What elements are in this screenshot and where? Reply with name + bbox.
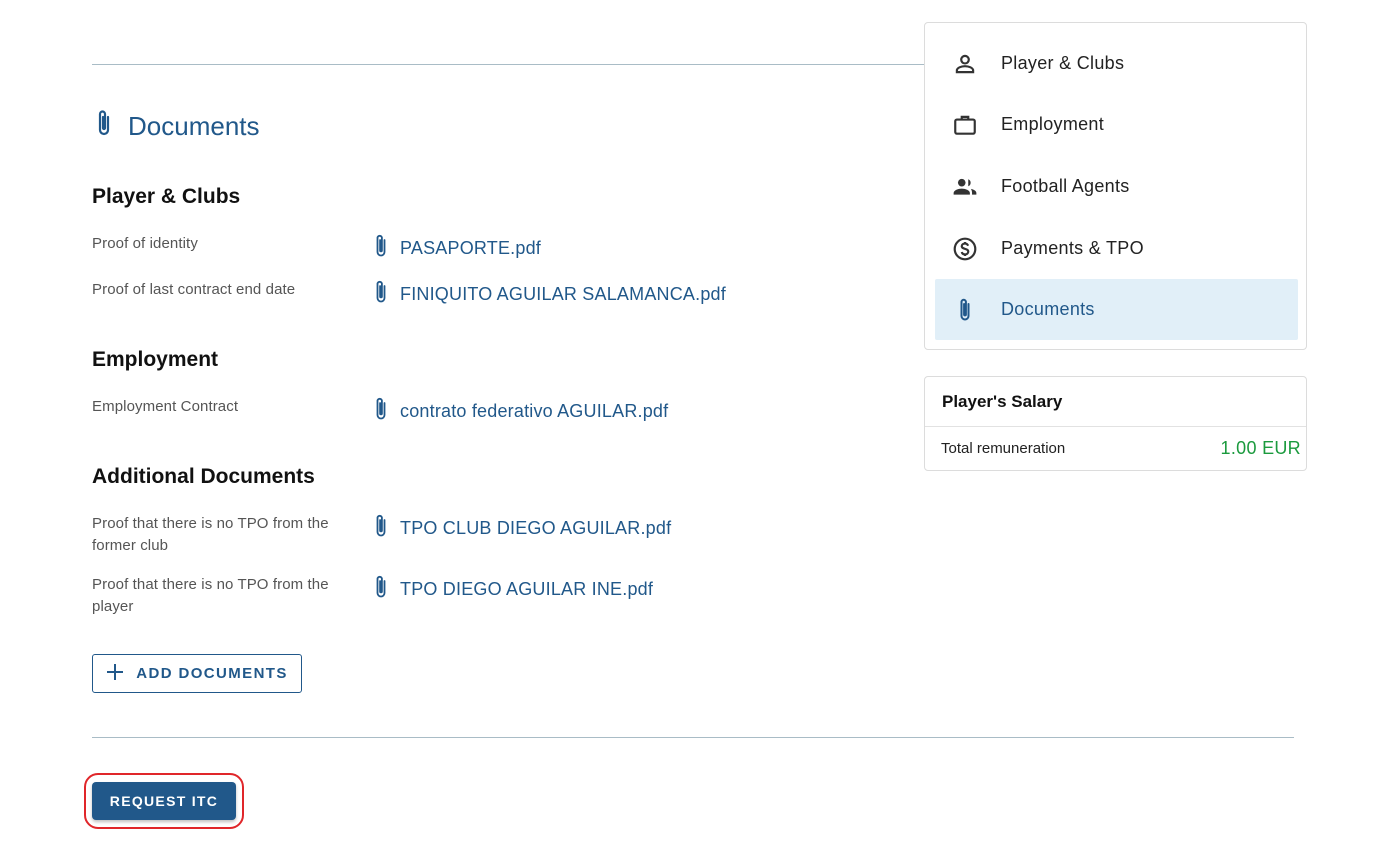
document-filename: PASAPORTE.pdf [400,238,541,258]
nav-label: Employment [1001,114,1105,134]
bottom-divider [92,737,1294,738]
nav-item-employment[interactable]: Employment [935,94,1298,155]
total-remuneration-value: 1.00 EUR [1220,438,1301,458]
player-salary-card: Player's Salary Total remuneration 1.00 … [924,376,1307,471]
document-label: Proof that there is no TPO from the form… [92,515,329,554]
document-filename: TPO CLUB DIEGO AGUILAR.pdf [400,518,672,538]
dollar-circle-icon [935,236,995,262]
document-label: Proof that there is no TPO from the play… [92,576,329,615]
document-filename: FINIQUITO AGUILAR SALAMANCA.pdf [400,284,726,304]
people-icon [935,174,995,200]
briefcase-icon [935,112,995,138]
nav-item-football-agents[interactable]: Football Agents [935,156,1298,217]
document-filename: TPO DIEGO AGUILAR INE.pdf [400,579,654,599]
document-link[interactable]: TPO DIEGO AGUILAR INE.pdf [372,574,653,605]
paperclip-icon [372,279,390,310]
section-title: Documents [128,111,260,141]
top-divider [92,64,924,65]
paperclip-icon [372,233,390,264]
total-remuneration-label: Total remuneration [941,440,1066,457]
salary-title: Player's Salary [942,392,1063,411]
document-filename: contrato federativo AGUILAR.pdf [400,401,669,421]
nav-item-documents[interactable]: Documents [935,279,1298,340]
group-title-player-clubs: Player & Clubs [92,185,241,208]
person-icon [935,51,995,77]
paperclip-icon [372,396,390,427]
section-nav-card: Player & Clubs Employment Football Agent… [924,22,1307,350]
paperclip-icon [92,108,116,145]
paperclip-icon [372,574,390,605]
nav-label: Payments & TPO [1001,238,1144,258]
nav-label: Documents [1001,299,1095,319]
add-documents-button[interactable]: ADD DOCUMENTS [92,654,302,693]
nav-item-player-clubs[interactable]: Player & Clubs [935,33,1298,94]
plus-icon [106,663,124,685]
document-label: Proof of identity [92,235,198,252]
paperclip-icon [935,297,995,323]
document-link[interactable]: FINIQUITO AGUILAR SALAMANCA.pdf [372,279,726,310]
request-itc-button[interactable]: REQUEST ITC [92,782,236,820]
document-link[interactable]: TPO CLUB DIEGO AGUILAR.pdf [372,513,671,544]
group-title-employment: Employment [92,348,219,371]
document-label: Employment Contract [92,398,239,415]
documents-section-header: Documents [92,108,260,145]
document-label: Proof of last contract end date [92,281,296,298]
paperclip-icon [372,513,390,544]
nav-item-payments-tpo[interactable]: Payments & TPO [935,218,1298,279]
salary-divider [925,426,1306,427]
nav-label: Football Agents [1001,176,1130,196]
group-title-additional-documents: Additional Documents [92,465,315,488]
document-link[interactable]: contrato federativo AGUILAR.pdf [372,396,668,427]
nav-label: Player & Clubs [1001,53,1125,73]
document-link[interactable]: PASAPORTE.pdf [372,233,541,264]
add-documents-label: ADD DOCUMENTS [136,665,288,682]
